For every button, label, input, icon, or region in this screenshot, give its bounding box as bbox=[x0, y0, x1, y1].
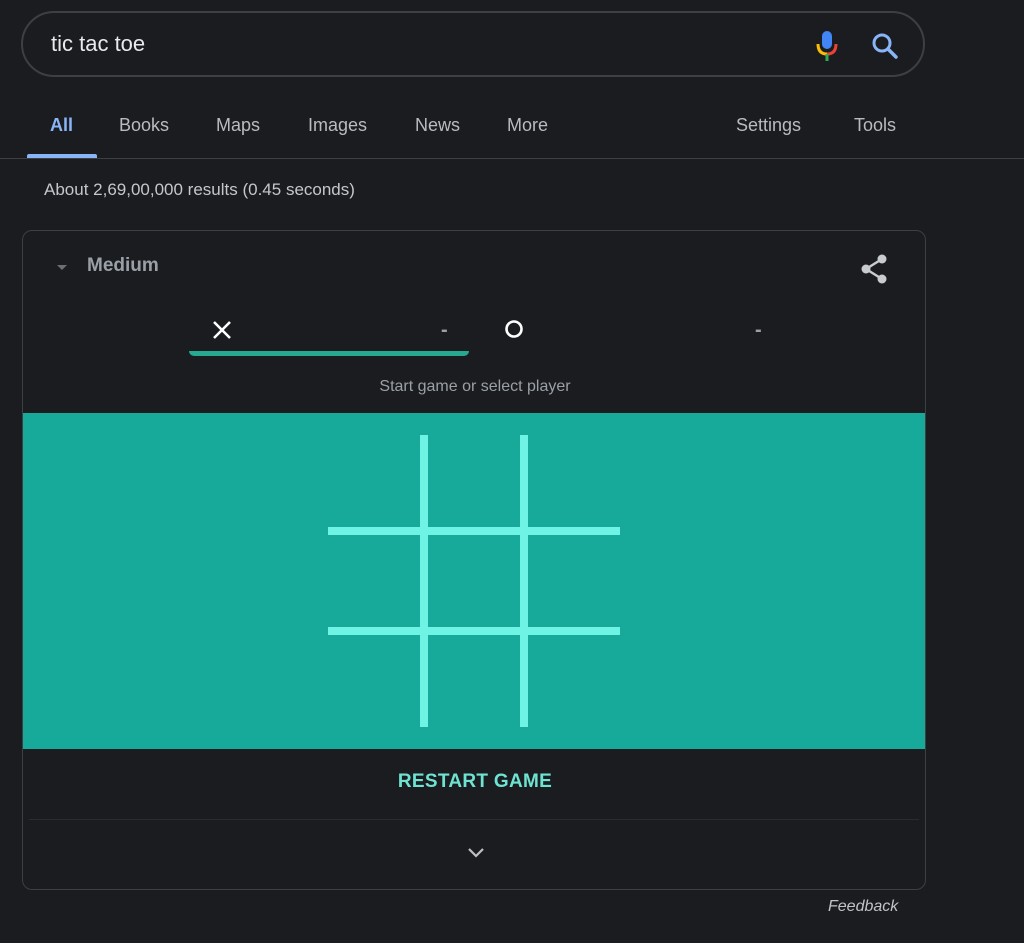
caret-down-icon bbox=[57, 264, 67, 270]
tab-more[interactable]: More bbox=[507, 115, 548, 136]
board-cell-3[interactable] bbox=[528, 435, 624, 531]
player-x-selector[interactable]: - bbox=[189, 311, 469, 356]
tab-news[interactable]: News bbox=[415, 115, 460, 136]
board-cell-2[interactable] bbox=[428, 435, 524, 531]
tools-link[interactable]: Tools bbox=[854, 115, 896, 136]
o-mark-icon bbox=[505, 320, 523, 338]
difficulty-dropdown[interactable]: Medium bbox=[57, 255, 159, 277]
tab-images[interactable]: Images bbox=[308, 115, 367, 136]
chevron-down-icon[interactable] bbox=[467, 847, 485, 859]
player-o-score: - bbox=[755, 319, 762, 341]
game-status: Start game or select player bbox=[379, 378, 571, 395]
result-stats: About 2,69,00,000 results (0.45 seconds) bbox=[44, 180, 355, 199]
search-bar bbox=[21, 11, 925, 77]
search-tabs: All Books Maps Images News More Settings… bbox=[0, 100, 1024, 160]
magnifier-icon[interactable] bbox=[871, 32, 899, 60]
game-board bbox=[328, 435, 620, 727]
settings-link[interactable]: Settings bbox=[736, 115, 801, 136]
player-o-selector[interactable]: - bbox=[499, 311, 779, 355]
board-cell-6[interactable] bbox=[528, 535, 624, 631]
player-x-score: - bbox=[441, 319, 448, 341]
board-cell-9[interactable] bbox=[528, 635, 624, 731]
tabs-divider bbox=[0, 158, 1024, 159]
board-cell-7[interactable] bbox=[328, 635, 424, 731]
x-mark-icon bbox=[213, 321, 231, 339]
restart-game-button[interactable]: RESTART GAME bbox=[23, 771, 925, 793]
board-cell-1[interactable] bbox=[328, 435, 424, 531]
tic-tac-toe-card: Medium - - Start game or select player R… bbox=[22, 230, 926, 890]
game-board-area bbox=[23, 413, 925, 749]
board-cell-4[interactable] bbox=[328, 535, 424, 631]
tab-all[interactable]: All bbox=[50, 115, 73, 136]
share-icon[interactable] bbox=[859, 253, 889, 285]
board-cell-5[interactable] bbox=[428, 535, 524, 631]
card-divider bbox=[29, 819, 919, 820]
board-cell-8[interactable] bbox=[428, 635, 524, 731]
difficulty-label: Medium bbox=[87, 255, 159, 276]
search-input[interactable] bbox=[51, 31, 751, 57]
selected-player-indicator bbox=[189, 351, 469, 356]
feedback-link[interactable]: Feedback bbox=[828, 898, 898, 916]
microphone-icon[interactable] bbox=[815, 29, 839, 63]
tab-books[interactable]: Books bbox=[119, 115, 169, 136]
tab-maps[interactable]: Maps bbox=[216, 115, 260, 136]
